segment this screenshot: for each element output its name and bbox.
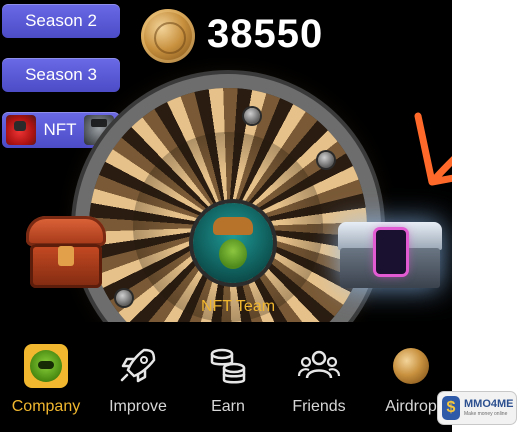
nav-improve-label: Improve [109,398,167,415]
rocket-icon [120,348,156,383]
chest-screen [376,230,406,274]
nft-team-label: NFT Team [200,298,276,315]
nft-team-avatar[interactable] [193,203,273,283]
nav-earn[interactable]: Earn [186,342,270,422]
season-3-button[interactable]: Season 3 [2,58,120,92]
nav-friends-label: Friends [292,398,346,415]
season-3-label: Season 3 [25,65,97,84]
company-icon [24,344,68,388]
chest-lock-icon [58,246,74,266]
red-chest-icon[interactable] [26,216,106,288]
coin-icon [141,9,195,63]
nft-character-icon [6,115,36,145]
game-screen: Season 2 Season 3 NFT 38550 NFT Team Com… [0,0,452,432]
nft-avatar-icon [83,115,114,145]
chest-lid [26,216,106,246]
nav-earn-label: Earn [211,398,245,415]
coins-stack-icon [210,348,246,384]
mmo4me-watermark: $ MMO4ME Make money online [438,392,516,424]
tech-chest-icon[interactable] [338,222,442,288]
coin-icon [393,348,429,384]
nav-company[interactable]: Company [4,342,88,422]
nav-company-label: Company [11,398,81,415]
dollar-logo-icon: $ [442,396,460,420]
bolt-icon [116,290,132,306]
nft-button[interactable]: NFT [2,112,120,148]
watermark-subtitle: Make money online [464,411,508,417]
season-2-label: Season 2 [25,11,97,30]
nft-label: NFT [43,120,77,139]
bolt-icon [318,152,334,168]
bolt-icon [244,108,260,124]
coin-balance: 38550 [207,12,324,56]
watermark-title: MMO4ME [464,398,514,410]
annotation-arrow-icon [414,112,452,186]
season-2-button[interactable]: Season 2 [2,4,120,38]
friends-icon [297,350,341,379]
nav-improve[interactable]: Improve [96,342,180,422]
nav-friends[interactable]: Friends [277,342,361,422]
bottom-nav: Company Improve Earn Friends Airdrop [0,322,452,432]
